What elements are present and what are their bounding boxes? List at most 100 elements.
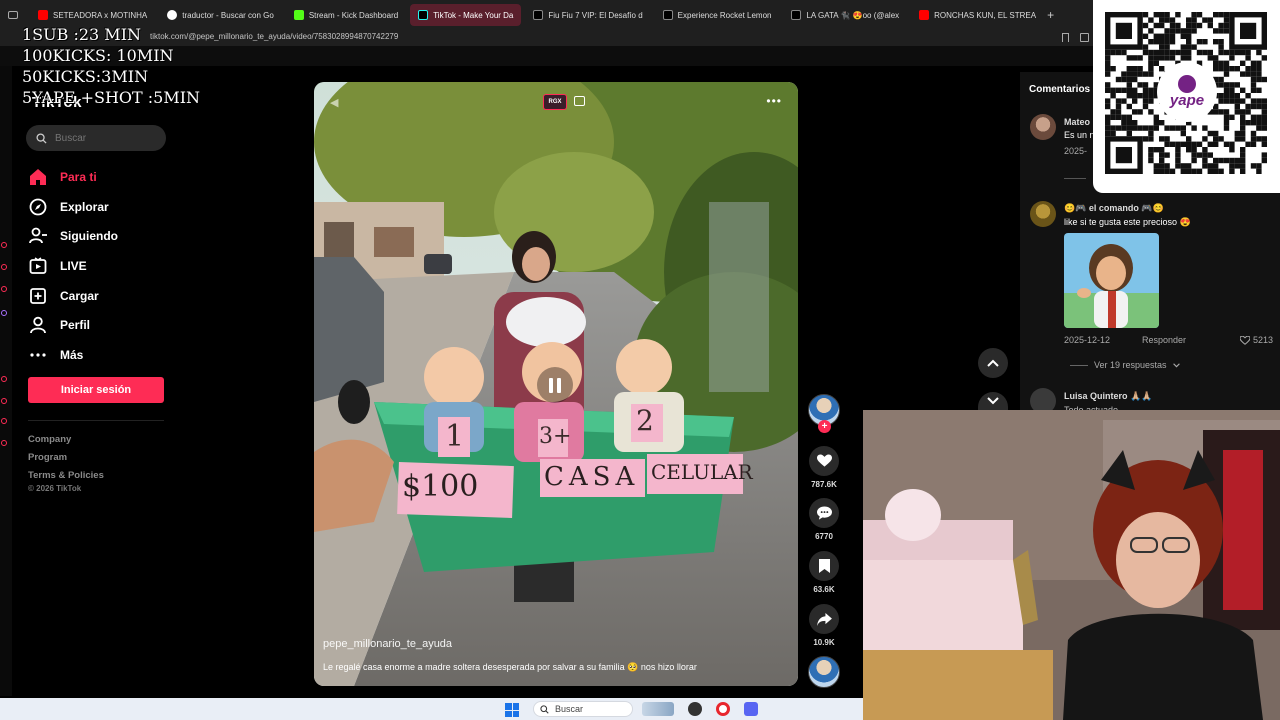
qr-module [1132, 55, 1138, 61]
rail-dot-icon[interactable] [1, 398, 7, 404]
browser-tab[interactable]: LA GATA 🐈‍⬛ 😍oo (@alex [783, 4, 907, 26]
qr-module [1142, 125, 1149, 131]
qr-module [1250, 103, 1257, 110]
pause-button[interactable] [537, 367, 573, 403]
share-button[interactable]: 10.9K [806, 604, 842, 647]
app-icon[interactable] [688, 702, 702, 716]
qr-module [1218, 28, 1224, 34]
qr-module [1115, 103, 1122, 110]
footer-link-company[interactable]: Company [28, 431, 104, 449]
qr-module [1169, 17, 1176, 23]
compass-icon [29, 198, 47, 215]
avatar[interactable] [1030, 201, 1056, 227]
previous-video-button[interactable] [978, 348, 1008, 378]
browser-tab[interactable]: RONCHAS KUN, EL STREA [911, 4, 1041, 26]
qr-module [1148, 39, 1154, 45]
rail-dot-icon[interactable] [1, 418, 7, 424]
rail-dot-icon[interactable] [1, 310, 7, 316]
browser-tab[interactable]: Experience Rocket Lemon [655, 4, 780, 26]
rail-dot-icon[interactable] [1, 242, 7, 248]
footer-link-terms[interactable]: Terms & Policies [28, 467, 104, 485]
qr-module [1234, 66, 1240, 72]
view-replies-button[interactable]: Ver 19 respuestas [1070, 360, 1180, 370]
qr-module [1110, 109, 1116, 115]
like-count: 787.6K [811, 480, 837, 489]
heart-icon[interactable] [1240, 336, 1250, 345]
video-caption: Le regalé casa enorme a madre soltera de… [323, 662, 697, 672]
comment-username[interactable]: 😊🎮 el comando 🎮😊 [1064, 203, 1164, 214]
new-tab-button[interactable]: + [1047, 8, 1054, 22]
more-icon [30, 353, 46, 357]
sidebar-item-cargar[interactable]: Cargar [28, 281, 178, 311]
qr-module [1261, 55, 1267, 61]
copyright: © 2026 TikTok [28, 484, 82, 493]
avatar[interactable] [1030, 114, 1056, 140]
qr-module [1153, 120, 1159, 126]
qr-module [1250, 114, 1257, 120]
qr-module [1132, 93, 1138, 99]
tab-strip-icon[interactable] [8, 11, 18, 19]
qr-module [1175, 157, 1181, 164]
qr-module [1105, 60, 1111, 66]
comment-image[interactable] [1064, 233, 1159, 328]
browser-tab[interactable]: traductor - Buscar con Go [159, 4, 282, 26]
comment-username[interactable]: Luisa Quintero 🙏🏼🙏🏼 [1064, 391, 1152, 402]
search-box[interactable] [26, 125, 166, 151]
sidebar-item-perfil[interactable]: Perfil [28, 310, 178, 340]
rail-dot-icon[interactable] [1, 376, 7, 382]
qr-module [1261, 125, 1267, 131]
browser-tab[interactable]: Fiu Fiu 7 VIP: El Desafío d [525, 4, 650, 26]
qr-module [1223, 28, 1230, 34]
qr-module [1196, 152, 1203, 158]
extension-icon[interactable] [1080, 33, 1089, 42]
miniplayer-icon[interactable] [574, 96, 585, 106]
taskbar-search[interactable]: Buscar [533, 701, 633, 717]
qr-module [1164, 152, 1170, 158]
video-player[interactable]: 1 3+ 2 $100 CASA CELULAR ◀︎ RGX ••• pepe… [314, 82, 798, 686]
qr-module [1213, 136, 1219, 142]
search-input[interactable] [55, 132, 155, 144]
windows-start-icon[interactable] [505, 703, 519, 717]
qr-module [1191, 147, 1197, 153]
save-button[interactable]: 63.6K [806, 551, 842, 594]
sidebar-item-explorar[interactable]: Explorar [28, 192, 178, 222]
sidebar-item-para-ti[interactable]: Para ti [28, 162, 178, 192]
bookmark-icon[interactable] [1062, 33, 1069, 42]
qr-module [1159, 49, 1165, 56]
rail-dot-icon[interactable] [1, 440, 7, 446]
widgets-icon[interactable] [642, 702, 674, 716]
comment-username[interactable]: Mateo [1064, 117, 1090, 127]
opera-icon[interactable] [716, 702, 730, 716]
qr-module [1169, 168, 1176, 174]
qr-module [1180, 141, 1186, 147]
rgx-badge[interactable]: RGX [543, 94, 567, 110]
rail-dot-icon[interactable] [1, 264, 7, 270]
reply-button[interactable]: Responder [1142, 335, 1186, 345]
discord-icon[interactable] [744, 702, 758, 716]
rail-dot-icon[interactable] [1, 286, 7, 292]
follow-plus-icon[interactable]: + [818, 420, 831, 433]
sidebar-item-live[interactable]: LIVE [28, 251, 178, 281]
qr-module [1207, 49, 1213, 56]
sidebar-item-siguiendo[interactable]: Siguiendo [28, 221, 178, 251]
video-author[interactable]: pepe_millonario_te_ayuda [323, 638, 452, 650]
browser-tab[interactable]: Stream - Kick Dashboard [286, 4, 406, 26]
login-button[interactable]: Iniciar sesión [28, 377, 164, 403]
like-button[interactable]: 787.6K [806, 446, 842, 489]
browser-tab[interactable]: SETEADORA x MOTINHA [30, 4, 155, 26]
qr-module [1234, 136, 1240, 142]
qr-module [1191, 22, 1197, 29]
comment-button[interactable]: 6770 [806, 498, 842, 541]
qr-module [1191, 12, 1197, 18]
next-video-button[interactable] [978, 392, 1008, 410]
qr-module [1256, 76, 1262, 83]
sidebar-item-mas[interactable]: Más [28, 340, 178, 370]
live-icon [29, 257, 47, 274]
qr-module [1261, 120, 1267, 126]
footer-link-program[interactable]: Program [28, 449, 104, 467]
volume-icon[interactable]: ◀︎ [330, 96, 338, 109]
qr-module [1126, 55, 1132, 61]
more-options-icon[interactable]: ••• [766, 94, 782, 108]
side-app-rail [0, 66, 12, 696]
browser-tab-active[interactable]: TikTok - Make Your Da [410, 4, 522, 26]
